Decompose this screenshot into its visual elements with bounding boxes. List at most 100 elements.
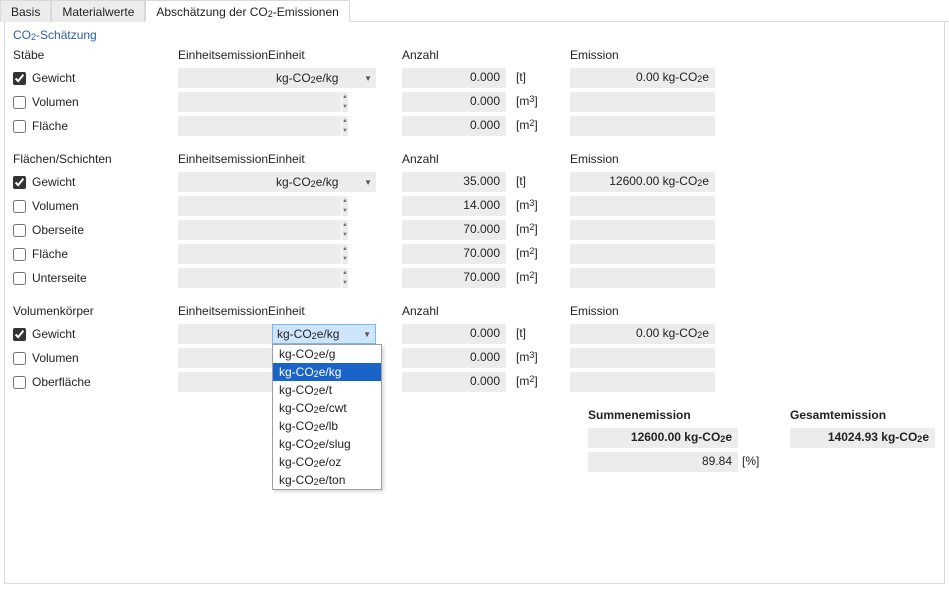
dropdown-option[interactable]: kg-CO2e/kg	[273, 363, 381, 381]
gesamtemission-header: Gesamtemission	[790, 408, 935, 424]
anzahl-unit: [m2]	[512, 268, 548, 288]
einheitsemission-input[interactable]: ▲▼	[178, 116, 264, 136]
panel-title: CO2-Schätzung	[13, 28, 936, 42]
header-anzahl: Anzahl	[402, 152, 512, 168]
anzahl-unit: [m2]	[512, 244, 548, 264]
section-flaechen: Flächen/SchichtenEinheitsemissionEinheit…	[13, 152, 936, 288]
header-emission: Emission	[570, 152, 720, 168]
checkbox-unterseite[interactable]	[13, 272, 26, 285]
section-title: Stäbe	[13, 48, 178, 64]
row-label: Unterseite	[32, 271, 87, 285]
row-label: Oberseite	[32, 223, 84, 237]
row-label: Oberfläche	[32, 375, 91, 389]
checkbox-gewicht[interactable]	[13, 72, 26, 85]
gesamtemission-value: 14024.93 kg-CO2e	[790, 428, 935, 448]
section-title: Flächen/Schichten	[13, 152, 178, 168]
summenemission-percent: 89.84	[588, 452, 738, 472]
header-anzahl: Anzahl	[402, 304, 512, 320]
row-label: Gewicht	[32, 71, 75, 85]
anzahl-value: 70.000	[402, 268, 506, 288]
row-volumen-2: Oberfläche	[13, 372, 178, 392]
emission-value: 12600.00 kg-CO2e	[570, 172, 715, 192]
einheit-combo[interactable]: kg-CO2e/kg▼	[272, 324, 376, 344]
anzahl-unit: [t]	[512, 68, 548, 88]
row-flaechen-2: Oberseite	[13, 220, 178, 240]
emission-value	[570, 196, 715, 216]
section-title: Volumenkörper	[13, 304, 178, 320]
chevron-down-icon: ▼	[364, 178, 372, 187]
einheit-combo[interactable]: kg-CO2e/kg ▼	[272, 172, 376, 192]
row-volumen-1: Volumen	[13, 348, 178, 368]
dropdown-option[interactable]: kg-CO2e/oz	[273, 453, 381, 471]
einheitsemission-input[interactable]: ▲▼	[178, 68, 264, 88]
checkbox-fläche[interactable]	[13, 248, 26, 261]
checkbox-volumen[interactable]	[13, 96, 26, 109]
emission-value	[570, 268, 715, 288]
einheitsemission-input[interactable]: ▲▼	[178, 372, 264, 392]
header-einheit: Einheit	[268, 48, 378, 64]
row-staebe-2: Fläche	[13, 116, 178, 136]
checkbox-oberseite[interactable]	[13, 224, 26, 237]
dropdown-option[interactable]: kg-CO2e/slug	[273, 435, 381, 453]
row-flaechen-1: Volumen	[13, 196, 178, 216]
checkbox-gewicht[interactable]	[13, 328, 26, 341]
checkbox-volumen[interactable]	[13, 200, 26, 213]
header-anzahl: Anzahl	[402, 48, 512, 64]
combo-value: kg-CO2e/kg	[276, 175, 338, 189]
header-einheitsemission: Einheitsemission	[178, 152, 268, 168]
row-staebe-0: Gewicht	[13, 68, 178, 88]
row-label: Volumen	[32, 351, 79, 365]
emission-value: 0.00 kg-CO2e	[570, 324, 715, 344]
anzahl-value: 0.000	[402, 372, 506, 392]
anzahl-value: 0.000	[402, 116, 506, 136]
anzahl-value: 14.000	[402, 196, 506, 216]
anzahl-unit: [m3]	[512, 348, 548, 368]
einheit-combo[interactable]: kg-CO2e/kg▼	[272, 68, 376, 88]
header-einheitsemission: Einheitsemission	[178, 48, 268, 64]
emission-value: 0.00 kg-CO2e	[570, 68, 715, 88]
summenemission-value: 12600.00 kg-CO2e	[588, 428, 738, 448]
emission-value	[570, 92, 715, 112]
summenemission-header: Summenemission	[588, 408, 738, 424]
dropdown-option[interactable]: kg-CO2e/ton	[273, 471, 381, 489]
checkbox-volumen[interactable]	[13, 352, 26, 365]
section-volumen: VolumenkörperEinheitsemissionEinheitAnza…	[13, 304, 936, 392]
einheitsemission-input[interactable]: ▲▼	[178, 92, 264, 112]
dropdown-option[interactable]: kg-CO2e/cwt	[273, 399, 381, 417]
tab-co2[interactable]: Abschätzung der CO2-Emissionen	[145, 0, 349, 22]
emission-value	[570, 372, 715, 392]
summary-block: Summenemission Gesamtemission 12600.00 k…	[13, 408, 936, 472]
einheitsemission-input[interactable]: ▲▼	[178, 348, 264, 368]
checkbox-fläche[interactable]	[13, 120, 26, 133]
checkbox-oberfläche[interactable]	[13, 376, 26, 389]
checkbox-gewicht[interactable]	[13, 176, 26, 189]
tab-basis[interactable]: Basis	[0, 0, 51, 22]
anzahl-unit: [m2]	[512, 220, 548, 240]
tab-materialwerte[interactable]: Materialwerte	[51, 0, 145, 22]
percent-unit: [%]	[738, 452, 768, 472]
emission-value	[570, 348, 715, 368]
row-staebe-1: Volumen	[13, 92, 178, 112]
einheitsemission-input[interactable]: ▲▼	[178, 324, 264, 344]
einheitsemission-input[interactable]: ▲▼	[178, 196, 264, 216]
row-label: Fläche	[32, 247, 68, 261]
row-volumen-0: Gewicht	[13, 324, 178, 344]
einheitsemission-input[interactable]: ▲▼	[178, 244, 264, 264]
row-label: Fläche	[32, 119, 68, 133]
anzahl-unit: [t]	[512, 324, 548, 344]
dropdown-option[interactable]: kg-CO2e/g	[273, 345, 381, 363]
emission-value	[570, 244, 715, 264]
dropdown-option[interactable]: kg-CO2e/lb	[273, 417, 381, 435]
einheitsemission-input[interactable]: ▲▼	[178, 172, 264, 192]
anzahl-unit: [m3]	[512, 92, 548, 112]
emission-value	[570, 116, 715, 136]
row-label: Volumen	[32, 199, 79, 213]
dropdown-option[interactable]: kg-CO2e/t	[273, 381, 381, 399]
anzahl-value: 0.000	[402, 92, 506, 112]
einheitsemission-input[interactable]: ▲▼	[178, 220, 264, 240]
anzahl-value: 0.000	[402, 68, 506, 88]
einheitsemission-input[interactable]: ▲▼	[178, 268, 264, 288]
anzahl-unit: [m2]	[512, 372, 548, 392]
header-emission: Emission	[570, 48, 720, 64]
combo-value: kg-CO2e/kg	[277, 327, 339, 341]
